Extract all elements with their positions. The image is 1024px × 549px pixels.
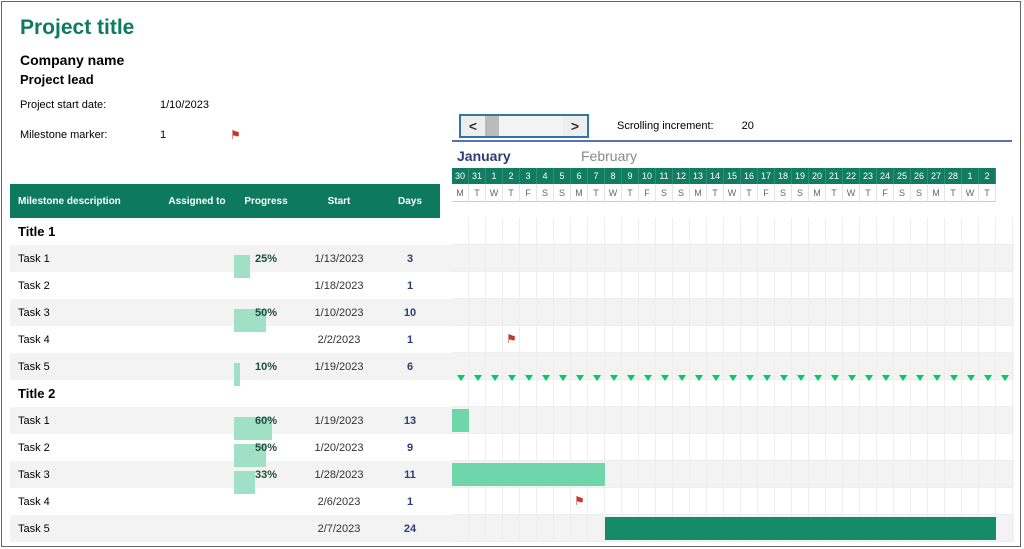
gantt-cell [452, 245, 1014, 272]
task-start[interactable]: 1/20/2023 [298, 442, 380, 454]
divider [452, 140, 1012, 142]
gantt-bar [452, 463, 605, 486]
task-days[interactable]: 11 [380, 469, 440, 481]
task-start[interactable]: 1/19/2023 [298, 415, 380, 427]
scroll-right-button[interactable]: > [563, 116, 587, 136]
task-name: Task 3 [10, 469, 160, 481]
date-scroller[interactable]: < > [459, 114, 589, 138]
group-title: Title 1 [10, 218, 1014, 245]
scroll-left-button[interactable]: < [461, 116, 485, 136]
task-days[interactable]: 1 [380, 496, 440, 508]
flag-icon: ⚑ [574, 494, 585, 508]
group-title-text: Title 2 [10, 386, 160, 401]
task-progress[interactable]: 33% [234, 469, 298, 481]
project-lead: Project lead [2, 70, 1020, 93]
task-start[interactable]: 1/10/2023 [298, 307, 380, 319]
calendar-header: 30M31T1W2T3F4S5S6M7T8W9T10F11S12S13M14T1… [452, 168, 996, 202]
task-progress[interactable]: 50% [234, 307, 298, 319]
scroll-track[interactable] [485, 116, 563, 136]
task-name: Task 1 [10, 253, 160, 265]
task-days[interactable]: 13 [380, 415, 440, 427]
task-days[interactable]: 24 [380, 523, 440, 535]
milestone-marker-value[interactable]: 1 [160, 129, 230, 141]
milestone-marker-label: Milestone marker: [20, 129, 160, 141]
start-date-label: Project start date: [20, 99, 160, 111]
task-progress[interactable]: 50% [234, 442, 298, 454]
gantt-bar [452, 409, 469, 432]
gantt-cell [452, 353, 1014, 380]
task-name: Task 5 [10, 523, 160, 535]
gantt-cell [452, 407, 1014, 434]
gantt-bar [605, 517, 996, 540]
task-name: Task 1 [10, 415, 160, 427]
task-row[interactable]: Task 3 33%1/28/202311 [10, 461, 1014, 488]
task-row[interactable]: Task 1 25%1/13/20233 [10, 245, 1014, 272]
gantt-cell [452, 272, 1014, 299]
task-start[interactable]: 2/2/2023 [298, 334, 380, 346]
task-rows: Title 1 Task 1 25%1/13/20233 Task 2 1/18/202… [10, 218, 1014, 542]
task-name: Task 2 [10, 280, 160, 292]
task-name: Task 4 [10, 334, 160, 346]
gantt-cell [452, 515, 1014, 542]
task-start[interactable]: 1/19/2023 [298, 361, 380, 373]
task-row[interactable]: Task 4 2/2/20231 ⚑ [10, 326, 1014, 353]
scroll-thumb[interactable] [485, 116, 499, 136]
table-header: Milestone description Assigned to Progre… [10, 184, 440, 218]
task-days[interactable]: 9 [380, 442, 440, 454]
task-start[interactable]: 1/18/2023 [298, 280, 380, 292]
task-name: Task 4 [10, 496, 160, 508]
gantt-cell [452, 299, 1014, 326]
task-start[interactable]: 2/7/2023 [298, 523, 380, 535]
task-name: Task 3 [10, 307, 160, 319]
month-label-1: January [457, 148, 581, 164]
gantt-cell [452, 434, 1014, 461]
scroll-increment-value[interactable]: 20 [742, 120, 772, 132]
gantt-cell [452, 461, 1014, 488]
month-label-2: February [581, 148, 637, 164]
flag-icon: ⚑ [506, 332, 517, 346]
task-row[interactable]: Task 5 2/7/202324 [10, 515, 1014, 542]
col-assigned: Assigned to [160, 196, 234, 207]
task-row[interactable]: Task 5 10%1/19/20236 [10, 353, 1014, 380]
task-progress[interactable]: 25% [234, 253, 298, 265]
task-start[interactable]: 2/6/2023 [298, 496, 380, 508]
task-row[interactable]: Task 3 50%1/10/202310 [10, 299, 1014, 326]
col-days: Days [380, 196, 440, 207]
company-name: Company name [2, 48, 1020, 70]
scroll-increment-label: Scrolling increment: [617, 120, 714, 132]
task-days[interactable]: 1 [380, 280, 440, 292]
task-days[interactable]: 3 [380, 253, 440, 265]
task-name: Task 2 [10, 442, 160, 454]
col-description: Milestone description [10, 196, 160, 207]
start-date-value[interactable]: 1/10/2023 [160, 99, 230, 111]
task-row[interactable]: Task 1 60%1/19/202313 [10, 407, 1014, 434]
group-title-text: Title 1 [10, 224, 160, 239]
col-progress: Progress [234, 196, 298, 207]
col-start: Start [298, 196, 380, 207]
task-row[interactable]: Task 2 1/18/20231 [10, 272, 1014, 299]
task-name: Task 5 [10, 361, 160, 373]
project-title: Project title [2, 2, 1020, 48]
flag-icon: ⚑ [230, 128, 241, 142]
task-row[interactable]: Task 2 50%1/20/20239 [10, 434, 1014, 461]
task-start[interactable]: 1/13/2023 [298, 253, 380, 265]
task-days[interactable]: 1 [380, 334, 440, 346]
task-days[interactable]: 6 [380, 361, 440, 373]
task-start[interactable]: 1/28/2023 [298, 469, 380, 481]
group-title: Title 2 [10, 380, 1014, 407]
gantt-cell: ⚑ [452, 326, 1014, 353]
gantt-cell: ⚑ [452, 488, 1014, 515]
task-progress[interactable]: 60% [234, 415, 298, 427]
task-days[interactable]: 10 [380, 307, 440, 319]
task-progress[interactable]: 10% [234, 361, 298, 373]
task-row[interactable]: Task 4 2/6/20231 ⚑ [10, 488, 1014, 515]
